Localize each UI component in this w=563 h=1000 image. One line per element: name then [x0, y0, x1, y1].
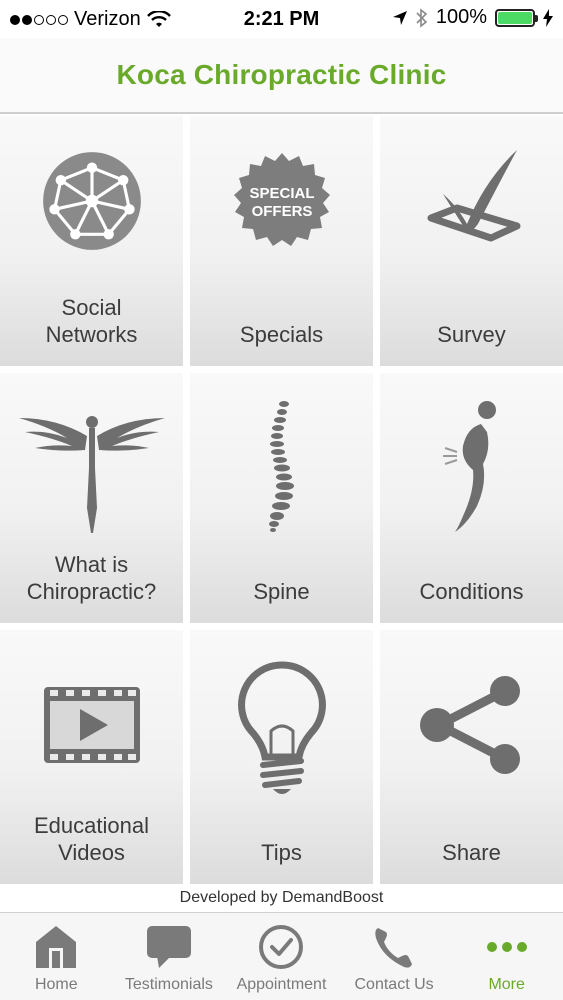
- tab-appointment[interactable]: Appointment: [225, 913, 338, 1000]
- developer-credit: Developed by DemandBoost: [0, 884, 563, 913]
- tab-label: Appointment: [236, 976, 327, 993]
- tile-label: Survey: [437, 322, 506, 347]
- lightbulb-icon: [237, 661, 326, 794]
- tile-educational-videos[interactable]: Educational Videos: [0, 630, 183, 884]
- tile-what-is-chiropractic[interactable]: What is Chiropractic?: [0, 373, 183, 623]
- special-offers-badge-icon: SPECIAL OFFERS: [233, 153, 330, 246]
- tile-label: Educational Videos: [34, 813, 149, 865]
- tile-specials[interactable]: SPECIAL OFFERS Specials: [190, 116, 373, 366]
- tile-tips[interactable]: Tips: [190, 630, 373, 884]
- tile-label: Spine: [253, 579, 310, 604]
- winged-figure-icon: [18, 416, 165, 533]
- back-pain-figure-icon: [442, 401, 496, 532]
- battery-percent: 100%: [435, 6, 487, 28]
- phone-icon: [375, 928, 413, 968]
- tile-spine[interactable]: Spine: [190, 373, 373, 623]
- speech-bubble-icon: [146, 926, 191, 968]
- page-title: Koca Chiropractic Clinic: [116, 59, 447, 90]
- home-icon: [36, 926, 77, 968]
- tile-share[interactable]: Share: [380, 630, 563, 884]
- tile-label: Specials: [239, 322, 324, 347]
- tile-label: Share: [442, 840, 501, 865]
- tab-testimonials[interactable]: Testimonials: [113, 913, 226, 1000]
- globe-network-icon: [42, 152, 141, 250]
- bluetooth-icon: [416, 7, 428, 28]
- tab-label: More: [488, 976, 525, 993]
- tab-label: Testimonials: [124, 976, 213, 993]
- tab-contact-us[interactable]: Contact Us: [338, 913, 451, 1000]
- badge-text-1: SPECIAL: [249, 185, 314, 202]
- location-arrow-icon: [392, 10, 407, 25]
- battery-icon: [495, 8, 538, 27]
- status-bar: Verizon 2:21 PM 100%: [0, 0, 563, 38]
- tab-label: Contact Us: [354, 976, 434, 993]
- checkbox-check-icon: [427, 150, 520, 242]
- tile-label: Tips: [261, 840, 302, 865]
- tile-survey[interactable]: Survey: [380, 116, 563, 366]
- spine-icon: [268, 401, 294, 532]
- tab-home[interactable]: Home: [0, 913, 113, 1000]
- status-right: 100%: [392, 6, 553, 29]
- tab-label: Home: [34, 976, 78, 993]
- tab-bar: Home Testimonials Appointment Contact Us: [0, 913, 563, 1000]
- tile-label: What is Chiropractic?: [26, 552, 157, 604]
- tile-label: Social Networks: [45, 295, 138, 347]
- menu-grid: Social Networks SPECIAL OFFERS Specials …: [0, 114, 563, 884]
- tile-label: Conditions: [419, 579, 524, 604]
- more-dots-icon: [486, 942, 527, 952]
- clock-check-icon: [259, 925, 304, 969]
- nav-header: Koca Chiropractic Clinic: [0, 38, 563, 114]
- tab-more[interactable]: More: [450, 913, 563, 1000]
- share-icon: [419, 676, 520, 774]
- badge-text-2: OFFERS: [251, 203, 312, 220]
- tile-social-networks[interactable]: Social Networks: [0, 116, 183, 366]
- charging-bolt-icon: [543, 8, 553, 27]
- film-play-icon: [43, 687, 140, 763]
- tile-conditions[interactable]: Conditions: [380, 373, 563, 623]
